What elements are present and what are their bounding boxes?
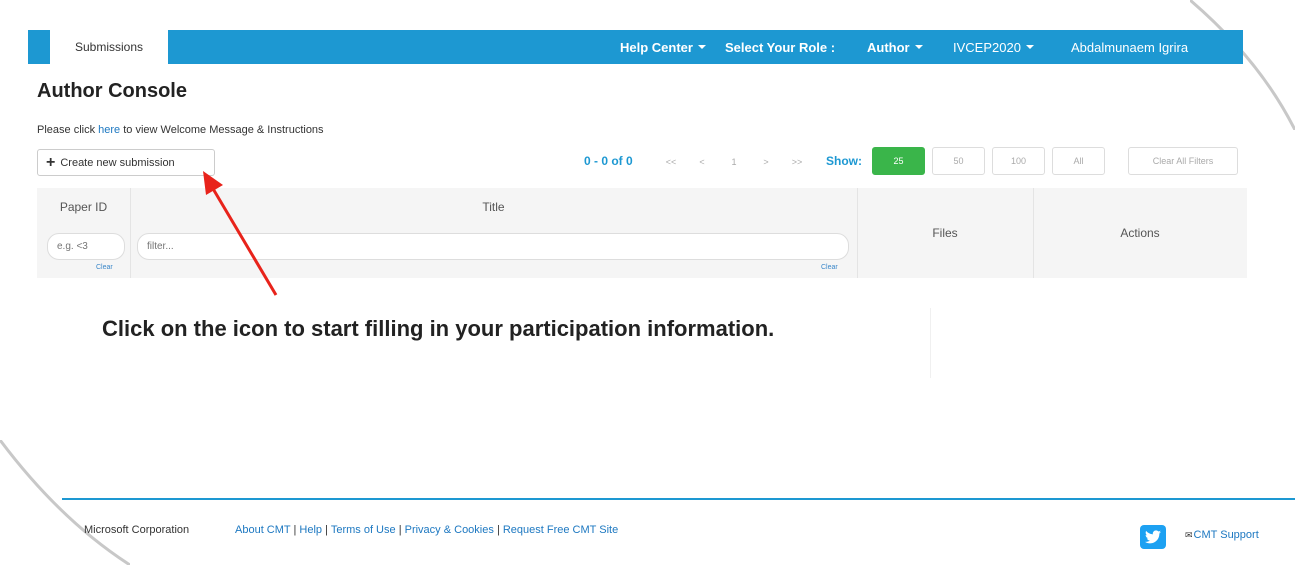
- page-curl-top-right: [1190, 0, 1295, 130]
- pager-first-button[interactable]: <<: [660, 150, 682, 174]
- footer-link-about[interactable]: About CMT: [235, 524, 290, 536]
- show-25-button[interactable]: 25: [872, 147, 925, 175]
- header-files: Files: [932, 226, 958, 240]
- pagination-range: 0 - 0 of 0: [584, 154, 633, 168]
- help-center-label: Help Center: [620, 39, 693, 55]
- welcome-link[interactable]: here: [98, 124, 120, 136]
- page-title: Author Console: [37, 80, 187, 102]
- paper-id-clear-link[interactable]: Clear: [96, 264, 113, 271]
- footer-separator: |: [496, 524, 500, 536]
- create-button-label: Create new submission: [60, 156, 175, 169]
- header-actions: Actions: [1120, 226, 1160, 240]
- footer-divider: [62, 498, 1295, 500]
- annotation-arrow: [203, 171, 278, 296]
- conference-menu[interactable]: IVCEP2020: [953, 30, 1034, 64]
- conference-label: IVCEP2020: [953, 39, 1021, 55]
- pager-last-button[interactable]: >>: [786, 150, 808, 174]
- welcome-message: Please click here to view Welcome Messag…: [37, 124, 324, 136]
- header-paper-id[interactable]: Paper ID: [37, 200, 130, 214]
- caret-down-icon: [914, 45, 923, 49]
- cmt-support-link[interactable]: ✉CMT Support: [1185, 529, 1259, 541]
- footer-link-help[interactable]: Help: [299, 524, 322, 536]
- title-clear-link[interactable]: Clear: [821, 264, 838, 271]
- welcome-suffix: to view Welcome Message & Instructions: [120, 124, 324, 136]
- footer-links: About CMT | Help | Terms of Use | Privac…: [235, 524, 618, 536]
- role-label: Author: [867, 39, 910, 55]
- footer-link-request-site[interactable]: Request Free CMT Site: [503, 524, 618, 536]
- show-100-button[interactable]: 100: [992, 147, 1045, 175]
- welcome-prefix: Please click: [37, 124, 99, 136]
- footer-separator: |: [325, 524, 328, 536]
- footer-link-terms[interactable]: Terms of Use: [331, 524, 396, 536]
- clear-all-filters-button[interactable]: Clear All Filters: [1128, 147, 1238, 175]
- pager-next-button[interactable]: >: [756, 150, 776, 174]
- show-all-button[interactable]: All: [1052, 147, 1105, 175]
- role-menu[interactable]: Author: [867, 30, 923, 64]
- pager-prev-button[interactable]: <: [692, 150, 712, 174]
- envelope-icon: ✉: [1185, 530, 1193, 540]
- user-menu[interactable]: Abdalmunaem Igrira: [1071, 30, 1241, 64]
- show-label: Show:: [826, 154, 862, 168]
- create-new-submission-button[interactable]: + Create new submission: [37, 149, 215, 176]
- caret-down-icon: [1025, 45, 1034, 49]
- tab-submissions[interactable]: Submissions: [50, 30, 168, 64]
- footer-separator: |: [293, 524, 297, 536]
- twitter-icon[interactable]: [1140, 525, 1166, 549]
- select-role-label: Select Your Role :: [725, 39, 836, 55]
- twitter-bird-icon: [1145, 530, 1161, 544]
- caret-down-icon: [697, 45, 706, 49]
- paper-id-filter-input[interactable]: [47, 233, 125, 260]
- instruction-text: Click on the icon to start filling in yo…: [102, 316, 775, 341]
- footer-separator: |: [398, 524, 402, 536]
- top-navbar: Submissions Help Center Select Your Role…: [28, 30, 1243, 64]
- arrow-shaft: [210, 186, 278, 296]
- user-name: Abdalmunaem Igrira: [1071, 39, 1189, 55]
- faint-divider: [930, 308, 931, 378]
- footer-link-privacy[interactable]: Privacy & Cookies: [405, 524, 494, 536]
- page-curl-bottom-left: [0, 440, 130, 565]
- show-50-button[interactable]: 50: [932, 147, 985, 175]
- help-center-menu[interactable]: Help Center: [620, 30, 706, 64]
- support-label: CMT Support: [1193, 529, 1259, 541]
- footer-copyright: Microsoft Corporation: [84, 524, 190, 536]
- plus-icon: +: [46, 153, 56, 171]
- pager-page-button[interactable]: 1: [722, 150, 746, 174]
